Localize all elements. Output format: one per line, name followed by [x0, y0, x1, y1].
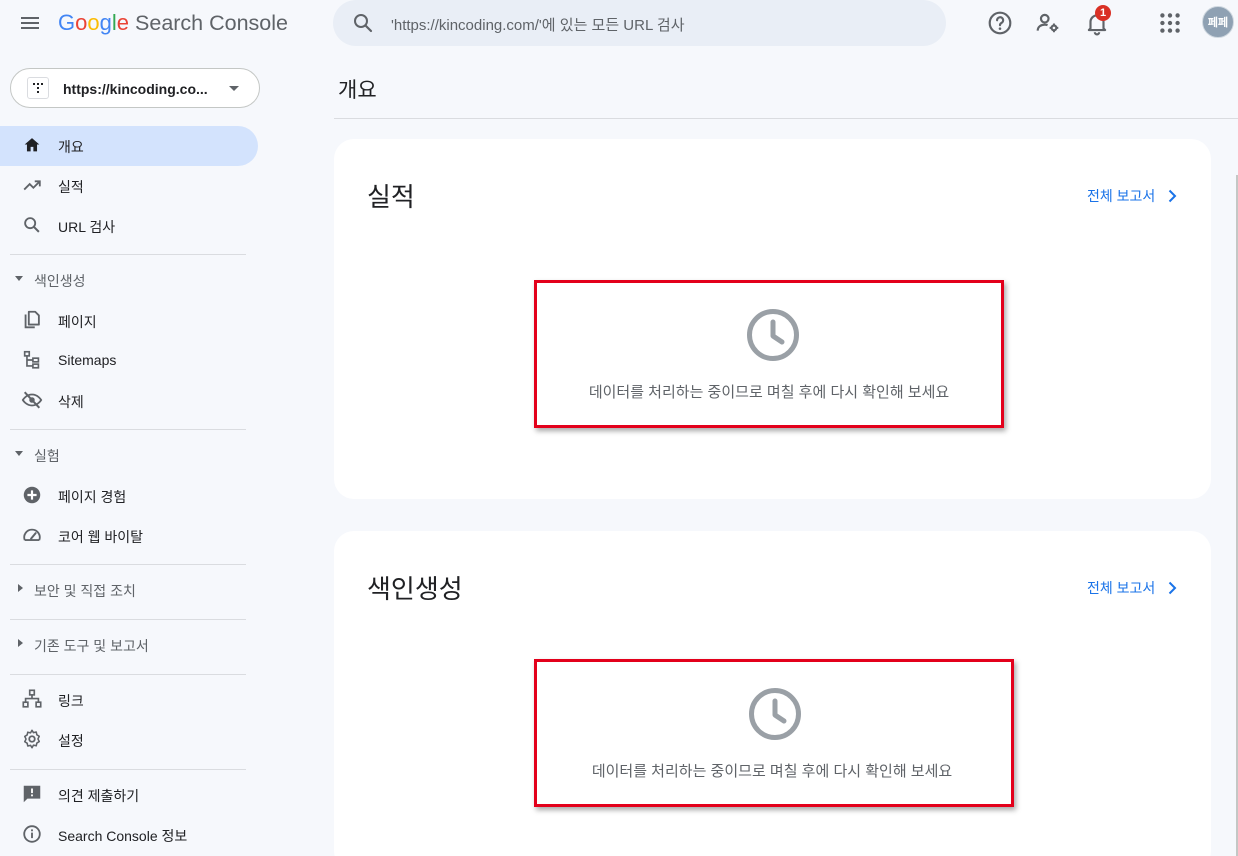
expand-less-icon [15, 276, 23, 281]
processing-notice: 데이터를 처리하는 중이므로 며칠 후에 다시 확인해 보세요 [534, 280, 1004, 428]
sidebar-item-label: 페이지 경험 [58, 489, 127, 505]
full-report-link[interactable]: 전체 보고서 [1087, 186, 1179, 206]
avatar[interactable]: 페페 [1202, 6, 1234, 38]
sidebar: https://kincoding.co... 개요 실적 URL 검사 색인생… [0, 58, 274, 856]
indexing-card: 색인생성 전체 보고서 데이터를 처리하는 중이므로 며칠 후에 다시 확인해 … [334, 531, 1211, 856]
clock-icon [749, 688, 801, 740]
processing-message: 데이터를 처리하는 중이므로 며칠 후에 다시 확인해 보세요 [591, 763, 953, 780]
chevron-right-icon [1169, 189, 1177, 203]
sidebar-divider [10, 564, 246, 565]
sidebar-item-label: 링크 [58, 693, 84, 709]
url-inspection-search[interactable]: 'https://kincoding.com/'에 있는 모든 URL 검사 [333, 0, 946, 46]
links-icon [22, 689, 42, 708]
sidebar-item-links[interactable]: 링크 [0, 680, 258, 720]
sitemap-icon [23, 350, 40, 369]
section-legacy[interactable]: 기존 도구 및 보고서 [0, 626, 258, 662]
sidebar-item-label: 페이지 [58, 314, 97, 330]
card-title: 색인생성 [367, 574, 463, 604]
expand-more-icon [18, 584, 23, 592]
section-indexing[interactable]: 색인생성 [0, 261, 258, 297]
processing-message: 데이터를 처리하는 중이므로 며칠 후에 다시 확인해 보세요 [588, 384, 950, 401]
sidebar-divider [10, 254, 246, 255]
trending-icon [23, 180, 41, 191]
page-title: 개요 [338, 79, 377, 102]
site-favicon-icon [27, 77, 49, 99]
expand-more-icon [18, 639, 23, 647]
menu-icon[interactable] [18, 11, 42, 35]
visibility-off-icon [21, 391, 43, 409]
sidebar-item-url-inspection[interactable]: URL 검사 [0, 206, 258, 246]
add-circle-icon [23, 486, 41, 504]
manage-users-icon[interactable] [1035, 10, 1061, 36]
sidebar-item-label: 의견 제출하기 [58, 788, 140, 804]
section-label: 실험 [34, 448, 60, 464]
home-icon [24, 138, 40, 152]
property-url: https://kincoding.co... [63, 81, 208, 97]
sidebar-item-sitemaps[interactable]: Sitemaps [0, 341, 258, 381]
info-icon [23, 825, 41, 843]
sidebar-item-label: 실적 [58, 179, 84, 195]
sidebar-item-label: Search Console 정보 [58, 828, 188, 844]
sidebar-item-label: 개요 [58, 139, 84, 155]
sidebar-divider [10, 619, 246, 620]
search-icon [24, 217, 40, 233]
notification-badge: 1 [1095, 5, 1111, 21]
sidebar-item-feedback[interactable]: 의견 제출하기 [0, 775, 258, 815]
expand-less-icon [15, 451, 23, 456]
processing-notice: 데이터를 처리하는 중이므로 며칠 후에 다시 확인해 보세요 [534, 659, 1014, 807]
chevron-right-icon [1169, 581, 1177, 595]
top-app-bar: Google Search Console 'https://kincoding… [0, 0, 1238, 46]
card-title: 실적 [367, 182, 415, 212]
section-experience[interactable]: 실험 [0, 436, 258, 472]
sidebar-item-page-experience[interactable]: 페이지 경험 [0, 476, 258, 516]
section-label: 보안 및 직접 조치 [34, 583, 136, 599]
help-icon[interactable] [987, 10, 1013, 36]
section-label: 기존 도구 및 보고서 [34, 638, 149, 654]
sidebar-item-label: Sitemaps [58, 352, 117, 368]
sidebar-item-label: 설정 [58, 733, 84, 749]
sidebar-divider [10, 769, 246, 770]
sidebar-item-settings[interactable]: 설정 [0, 720, 258, 760]
full-report-label: 전체 보고서 [1087, 188, 1156, 204]
full-report-label: 전체 보고서 [1087, 580, 1156, 596]
pages-icon [24, 310, 40, 329]
full-report-link[interactable]: 전체 보고서 [1087, 578, 1179, 598]
sidebar-item-label: URL 검사 [58, 219, 116, 235]
sidebar-item-core-web-vitals[interactable]: 코어 웹 바이탈 [0, 516, 258, 556]
search-console-logo[interactable]: Google Search Console [58, 8, 288, 38]
sidebar-divider [10, 674, 246, 675]
sidebar-item-removals[interactable]: 삭제 [0, 381, 258, 421]
feedback-icon [23, 785, 41, 803]
section-security[interactable]: 보안 및 직접 조치 [0, 571, 258, 607]
search-icon [354, 14, 373, 33]
sidebar-item-label: 삭제 [58, 394, 84, 410]
sidebar-divider [10, 429, 246, 430]
sidebar-item-overview[interactable]: 개요 [0, 126, 258, 166]
sidebar-item-performance[interactable]: 실적 [0, 166, 258, 206]
property-selector[interactable]: https://kincoding.co... [10, 68, 260, 108]
sidebar-item-pages[interactable]: 페이지 [0, 301, 258, 341]
product-name: Search Console [135, 10, 288, 35]
section-label: 색인생성 [34, 273, 86, 289]
search-placeholder[interactable]: 'https://kincoding.com/'에 있는 모든 URL 검사 [391, 14, 685, 35]
performance-card: 실적 전체 보고서 데이터를 처리하는 중이므로 며칠 후에 다시 확인해 보세… [334, 139, 1211, 499]
speed-icon [23, 528, 41, 541]
google-wordmark: Google [58, 10, 130, 35]
dropdown-arrow-icon [229, 86, 239, 91]
sidebar-item-about[interactable]: Search Console 정보 [0, 815, 258, 855]
clock-icon [747, 309, 799, 361]
main-divider [334, 118, 1238, 119]
settings-icon [23, 729, 41, 749]
sidebar-item-label: 코어 웹 바이탈 [58, 529, 144, 545]
apps-icon[interactable] [1157, 10, 1183, 36]
